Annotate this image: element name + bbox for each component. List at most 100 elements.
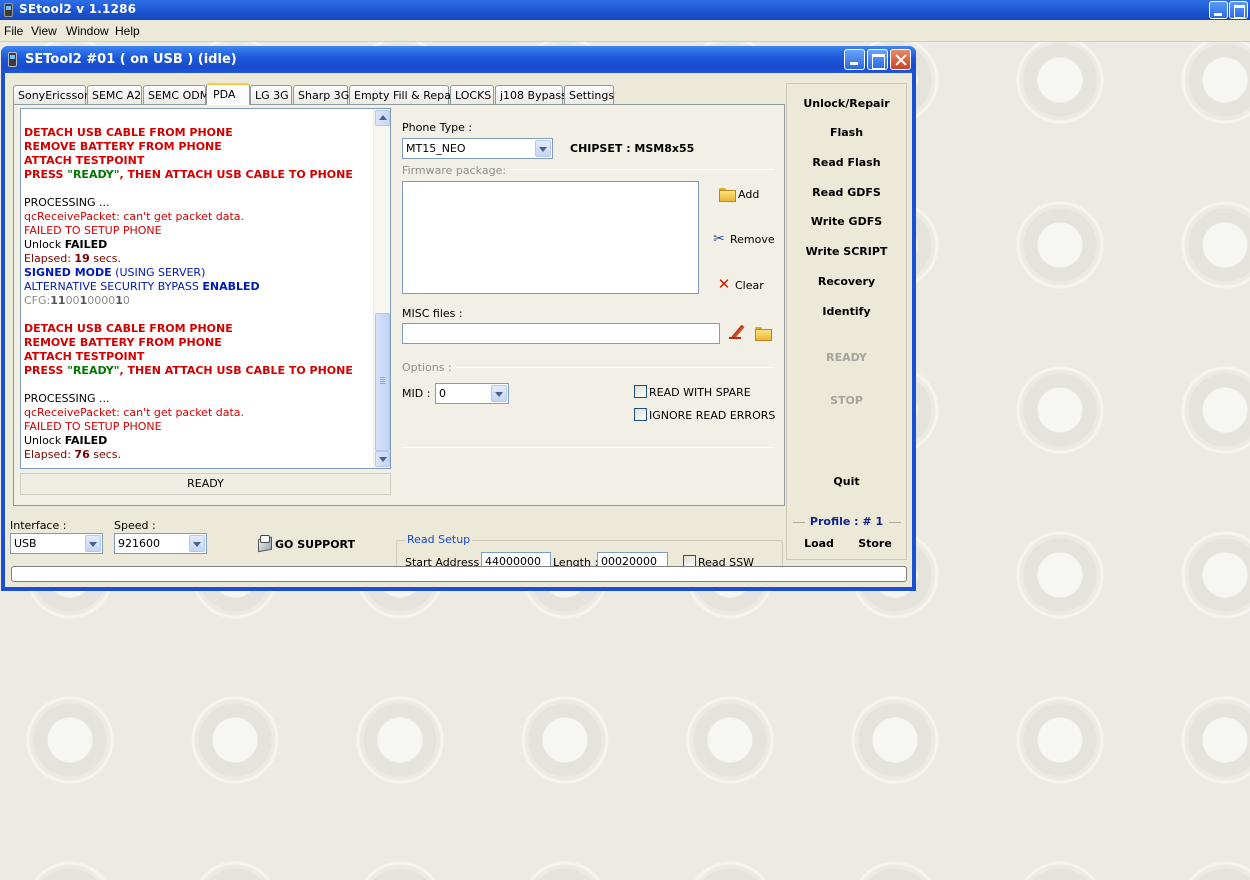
store-button[interactable]: Store — [856, 537, 894, 550]
tab-sharp-3g[interactable]: Sharp 3G — [293, 85, 349, 104]
interface-value: USB — [14, 537, 37, 550]
log-text: , THEN ATTACH USB CABLE TO PHONE — [119, 364, 353, 377]
tab-lg-3g[interactable]: LG 3G — [250, 85, 292, 104]
log-text: 76 — [74, 448, 90, 461]
speed-select[interactable]: 921600 — [114, 533, 207, 554]
log-text: Unlock — [24, 434, 65, 447]
write-gdfs-button[interactable]: Write GDFS — [787, 215, 906, 228]
scroll-thumb[interactable] — [375, 313, 390, 451]
mid-value: 0 — [439, 387, 446, 400]
log-line: PROCESSING ... — [24, 392, 110, 405]
misc-files-input[interactable] — [402, 323, 720, 344]
pda-tab-panel: DETACH USB CABLE FROM PHONE REMOVE BATTE… — [13, 104, 785, 506]
scroll-down-button[interactable] — [375, 451, 390, 467]
log-line: CFG:11001000010 — [24, 294, 372, 308]
log-text: 11 — [50, 294, 66, 307]
phone-type-value: MT15_NEO — [406, 142, 466, 155]
tab-pda[interactable]: PDA — [206, 83, 250, 105]
maximize-button[interactable] — [1229, 1, 1248, 19]
tab-semc-odm[interactable]: SEMC ODM — [143, 85, 209, 104]
menu-view[interactable]: View — [31, 24, 57, 38]
go-support-button[interactable]: GO SUPPORT — [275, 538, 355, 551]
minimize-button[interactable] — [1209, 1, 1228, 19]
ready-button[interactable]: READY — [787, 351, 906, 364]
identify-button[interactable]: Identify — [787, 305, 906, 318]
mid-label: MID : — [402, 387, 431, 400]
options-label: Options : — [402, 361, 452, 374]
log-text: ENABLED — [202, 280, 260, 293]
menu-window[interactable]: Window — [66, 24, 109, 38]
log-line: ATTACH TESTPOINT — [24, 350, 145, 363]
log-text: 0 — [122, 294, 130, 307]
read-flash-button[interactable]: Read Flash — [787, 156, 906, 169]
ignore-read-errors-label: IGNORE READ ERRORS — [649, 409, 776, 422]
write-script-button[interactable]: Write SCRIPT — [787, 245, 906, 258]
child-minimize-button[interactable] — [844, 49, 865, 70]
read-with-spare-checkbox[interactable] — [634, 385, 647, 398]
log-line: Elapsed: 19 secs. — [24, 252, 372, 266]
add-button[interactable]: Add — [719, 188, 760, 202]
app-title: SEtool2 v 1.1286 — [19, 2, 137, 16]
log-text: , THEN ATTACH USB CABLE TO PHONE — [119, 168, 353, 181]
remove-button[interactable]: ✂ Remove — [711, 231, 775, 247]
log-area[interactable]: DETACH USB CABLE FROM PHONE REMOVE BATTE… — [20, 108, 391, 469]
command-panel: Unlock/Repair Flash Read Flash Read GDFS… — [786, 83, 907, 560]
log-text: secs. — [89, 448, 122, 461]
log-scrollbar[interactable] — [373, 109, 390, 468]
child-close-button[interactable] — [890, 49, 911, 70]
log-text: secs. — [89, 252, 122, 265]
log-text: "READY" — [67, 364, 120, 377]
firmware-list[interactable] — [402, 181, 699, 294]
phone-type-select[interactable]: MT15_NEO — [402, 138, 553, 159]
log-text: 0000 — [87, 294, 116, 307]
divider — [452, 367, 774, 368]
speed-label: Speed : — [114, 519, 156, 532]
log-text: Unlock — [24, 238, 65, 251]
log-text: CFG: — [24, 294, 51, 307]
scroll-up-button[interactable] — [375, 110, 390, 126]
log-text: 1 — [115, 294, 123, 307]
clear-button[interactable]: ✕ Clear — [716, 275, 764, 293]
log-line: DETACH USB CABLE FROM PHONE — [24, 126, 233, 139]
menu-file[interactable]: File — [4, 24, 23, 38]
chevron-down-icon[interactable] — [535, 140, 551, 157]
log-line: ALTERNATIVE SECURITY BYPASS ENABLED — [24, 280, 372, 294]
tab-semc-a2[interactable]: SEMC A2 — [87, 85, 142, 104]
edit-pen-icon[interactable] — [728, 324, 746, 342]
mid-select[interactable]: 0 — [435, 383, 509, 404]
log-spacer — [24, 378, 372, 392]
add-label: Add — [738, 188, 760, 201]
chevron-down-icon[interactable] — [491, 385, 507, 402]
tab-settings[interactable]: Settings — [564, 85, 614, 104]
speed-value: 921600 — [118, 537, 160, 550]
misc-browse-button[interactable] — [755, 327, 774, 341]
tab-j108-bypass[interactable]: j108 Bypass — [495, 85, 567, 104]
quit-button[interactable]: Quit — [787, 475, 906, 488]
tab-locks[interactable]: LOCKS — [450, 85, 494, 104]
tab-empty-fill-repair[interactable]: Empty Fill & Repair — [349, 85, 458, 104]
log-text: ALTERNATIVE SECURITY BYPASS — [24, 280, 203, 293]
log-text: FAILED — [64, 238, 108, 251]
log-text: PRESS — [24, 168, 68, 181]
chevron-down-icon[interactable] — [189, 535, 205, 552]
log-line: Elapsed: 76 secs. — [24, 448, 372, 462]
log-line: FAILED TO SETUP PHONE — [24, 224, 162, 237]
ignore-read-errors-checkbox[interactable] — [634, 408, 647, 421]
unlock-repair-button[interactable]: Unlock/Repair — [787, 97, 906, 110]
read-setup-title: Read Setup — [405, 533, 473, 546]
log-text: PRESS — [24, 364, 68, 377]
flash-button[interactable]: Flash — [787, 126, 906, 139]
profile-label: Profile : # 1 — [809, 515, 884, 528]
load-button[interactable]: Load — [802, 537, 836, 550]
log-text: "READY" — [67, 168, 120, 181]
support-icon — [256, 535, 272, 551]
chevron-down-icon[interactable] — [85, 535, 101, 552]
read-gdfs-button[interactable]: Read GDFS — [787, 186, 906, 199]
menu-help[interactable]: Help — [115, 24, 140, 38]
interface-select[interactable]: USB — [10, 533, 103, 554]
recovery-button[interactable]: Recovery — [787, 275, 906, 288]
scissors-icon: ✂ — [713, 231, 725, 247]
child-maximize-button[interactable] — [867, 49, 888, 70]
stop-button[interactable]: STOP — [787, 394, 906, 407]
tab-sonyericsson[interactable]: SonyEricsson — [13, 85, 91, 104]
